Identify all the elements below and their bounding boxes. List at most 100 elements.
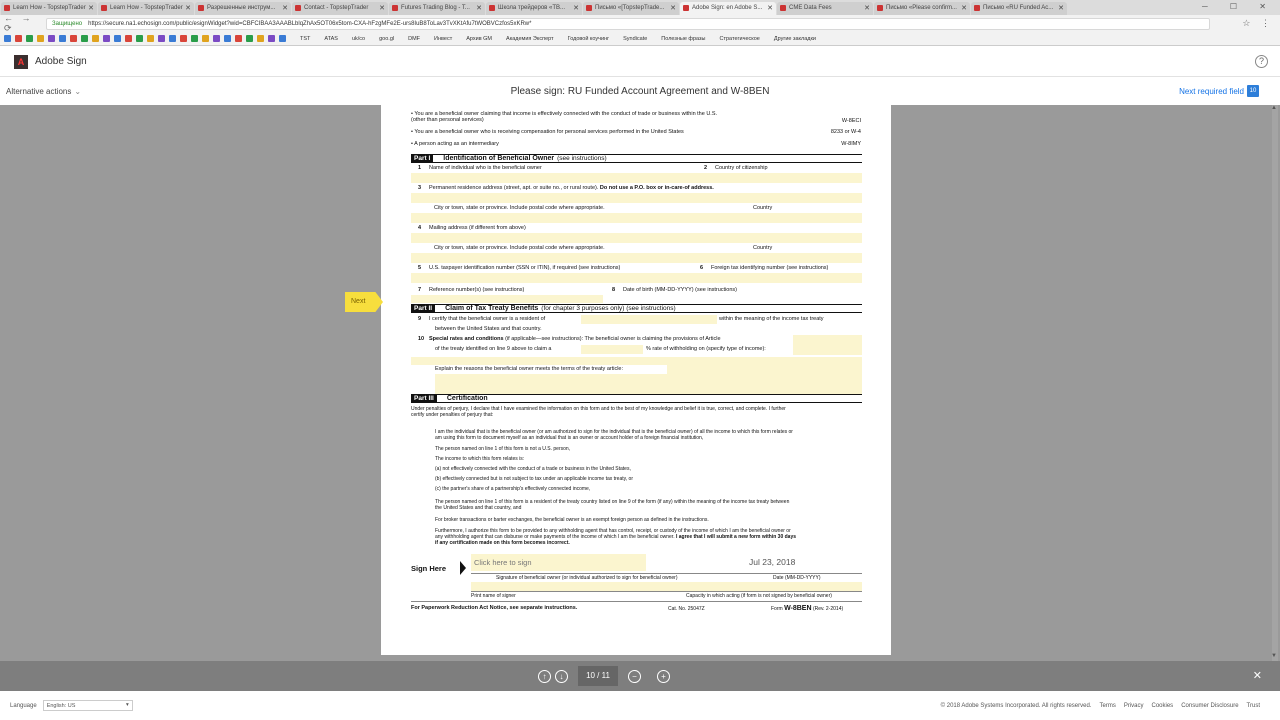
bookmark-icon[interactable] <box>147 35 154 42</box>
footer-link-privacy[interactable]: Privacy <box>1124 703 1144 709</box>
footer-link-consumer-disclosure[interactable]: Consumer Disclosure <box>1181 703 1238 709</box>
treaty-reasons-field-2[interactable] <box>435 374 667 395</box>
bookmark-icon[interactable] <box>257 35 264 42</box>
bookmark-icon[interactable] <box>268 35 275 42</box>
zoom-out-icon[interactable]: − <box>628 669 641 683</box>
browser-tab[interactable]: Письмо «Please confirm... ✕ <box>874 2 970 15</box>
bookmark-icon[interactable] <box>224 35 231 42</box>
browser-tab[interactable]: Contact - TopstepTrader ✕ <box>292 2 388 15</box>
help-icon[interactable]: ? <box>1255 55 1268 68</box>
browser-tab[interactable]: Adobe Sign: en Adobe S... ✕ <box>680 2 776 15</box>
footer-link-terms[interactable]: Terms <box>1099 703 1115 709</box>
withholding-rate-field[interactable] <box>581 345 643 354</box>
resident-country-field[interactable] <box>581 315 717 324</box>
bookmark-icon[interactable] <box>4 35 11 42</box>
bookmark-item[interactable]: Syndicate <box>623 36 647 42</box>
bookmark-icon[interactable] <box>103 35 110 42</box>
bookmark-item[interactable]: Академия Эксперт <box>506 36 554 42</box>
tab-close-icon[interactable]: ✕ <box>476 4 482 12</box>
mailing-address-field[interactable] <box>411 233 862 243</box>
bookmark-icon[interactable] <box>235 35 242 42</box>
next-required-field-link[interactable]: Next required field <box>1179 87 1244 96</box>
bookmark-icon[interactable] <box>158 35 165 42</box>
bookmark-item[interactable]: DMF <box>408 36 420 42</box>
bookmark-icon[interactable] <box>279 35 286 42</box>
browser-tab[interactable]: Школа трейдеров «ТВ... ✕ <box>486 2 582 15</box>
scroll-down-icon[interactable]: ▼ <box>1271 653 1277 659</box>
bookmark-icon[interactable] <box>136 35 143 42</box>
bookmark-item[interactable]: Годовой коучинг <box>568 36 610 42</box>
bookmark-icon[interactable] <box>169 35 176 42</box>
bookmark-icon[interactable] <box>180 35 187 42</box>
tab-close-icon[interactable]: ✕ <box>1058 4 1064 12</box>
bookmark-item[interactable]: ATAS <box>324 36 338 42</box>
browser-tab[interactable]: CME Data Fees ✕ <box>777 2 873 15</box>
residence-address-field[interactable] <box>411 193 862 203</box>
bookmark-icon[interactable] <box>26 35 33 42</box>
residence-city-field[interactable] <box>411 213 862 223</box>
browser-tab[interactable]: Learn How - TopstepTrader ✕ <box>98 2 194 15</box>
bookmark-item[interactable]: goo.gl <box>379 36 394 42</box>
previous-page-icon[interactable]: ↑ <box>538 669 551 683</box>
article-field[interactable] <box>793 335 862 355</box>
print-name-field[interactable] <box>471 582 862 591</box>
bookmark-icon[interactable] <box>48 35 55 42</box>
bookmark-item[interactable]: TST <box>300 36 310 42</box>
bookmark-icon[interactable] <box>70 35 77 42</box>
next-field-tag[interactable]: Next <box>345 292 383 312</box>
income-type-field[interactable] <box>411 357 862 365</box>
remaining-fields-badge[interactable]: 10 <box>1247 85 1259 97</box>
taxpayer-id-field[interactable] <box>411 273 862 283</box>
bookmark-icon[interactable] <box>81 35 88 42</box>
scroll-up-icon[interactable]: ▲ <box>1271 105 1277 111</box>
tab-close-icon[interactable]: ✕ <box>185 4 191 12</box>
tab-close-icon[interactable]: ✕ <box>88 4 94 12</box>
bookmark-item[interactable]: Другие закладки <box>774 36 816 42</box>
browser-tab[interactable]: Письмо «[TopstepTrade... ✕ <box>583 2 679 15</box>
page-indicator[interactable]: 10 / 11 <box>578 666 618 686</box>
browser-tab[interactable]: Письмо «RU Funded Ac... ✕ <box>971 2 1067 15</box>
tab-close-icon[interactable]: ✕ <box>767 4 773 12</box>
bookmark-item[interactable]: Архив GM <box>466 36 492 42</box>
window-controls[interactable]: ─ ☐ ✕ <box>1202 2 1276 11</box>
tab-close-icon[interactable]: ✕ <box>282 4 288 12</box>
bookmark-item[interactable]: Инвест <box>434 36 452 42</box>
tab-close-icon[interactable]: ✕ <box>379 4 385 12</box>
adobe-logo-icon: A <box>14 54 28 69</box>
browser-tab[interactable]: Futures Trading Blog - T... ✕ <box>389 2 485 15</box>
browser-tab[interactable]: Разрешенные инструм... ✕ <box>195 2 291 15</box>
footer-link-cookies[interactable]: Cookies <box>1152 703 1174 709</box>
tab-close-icon[interactable]: ✕ <box>961 4 967 12</box>
tab-close-icon[interactable]: ✕ <box>573 4 579 12</box>
bookmark-item[interactable]: Полезные фразы <box>661 36 705 42</box>
tab-close-icon[interactable]: ✕ <box>670 4 676 12</box>
next-page-icon[interactable]: ↓ <box>555 669 568 683</box>
browser-actions[interactable]: ☆ ⋮ <box>1210 18 1280 29</box>
tab-close-icon[interactable]: ✕ <box>864 4 870 12</box>
url-field[interactable]: Защищено https://secure.na1.echosign.com… <box>46 17 1210 30</box>
bookmark-item[interactable]: uk/co <box>352 36 365 42</box>
treaty-reasons-field[interactable] <box>667 365 862 395</box>
bookmark-icon[interactable] <box>191 35 198 42</box>
bookmark-icon[interactable] <box>37 35 44 42</box>
bookmark-icon[interactable] <box>202 35 209 42</box>
bookmark-item[interactable]: Стратегическое <box>720 36 760 42</box>
zoom-in-icon[interactable]: + <box>657 669 670 683</box>
language-select[interactable]: English: US ▾ <box>42 700 133 711</box>
name-field[interactable] <box>411 173 862 183</box>
close-icon[interactable]: ✕ <box>1253 669 1262 682</box>
mailing-city-field[interactable] <box>411 253 862 263</box>
nav-buttons[interactable]: ← → ⟳ <box>0 13 46 34</box>
cert-text: if any certification made on this form b… <box>435 540 570 546</box>
signature-field[interactable]: Click here to sign <box>471 554 646 571</box>
bookmark-icon[interactable] <box>246 35 253 42</box>
bookmark-icon[interactable] <box>59 35 66 42</box>
viewer-scrollbar[interactable] <box>1272 105 1278 661</box>
bookmark-icon[interactable] <box>15 35 22 42</box>
reference-number-field[interactable] <box>411 295 603 303</box>
bookmark-icon[interactable] <box>213 35 220 42</box>
bookmark-icon[interactable] <box>114 35 121 42</box>
bookmark-icon[interactable] <box>125 35 132 42</box>
footer-link-trust[interactable]: Trust <box>1247 703 1260 709</box>
bookmark-icon[interactable] <box>92 35 99 42</box>
